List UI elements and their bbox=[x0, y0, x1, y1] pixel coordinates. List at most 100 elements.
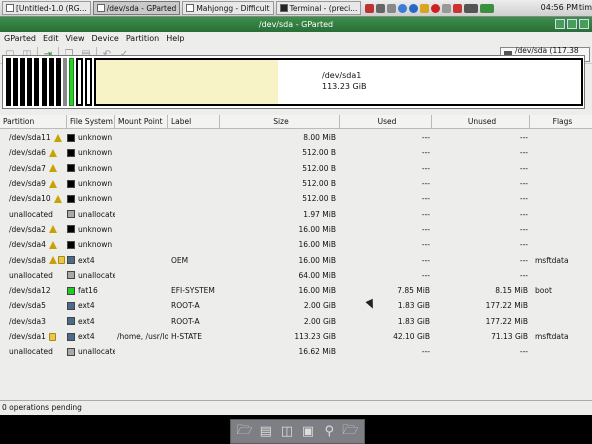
user-name[interactable]: tim bbox=[579, 3, 592, 12]
cell-filesystem: unknown bbox=[67, 164, 115, 173]
cell-partition: /dev/sda7 bbox=[0, 164, 67, 173]
menu-partition[interactable]: Partition bbox=[126, 34, 159, 43]
menu-device[interactable]: Device bbox=[91, 34, 118, 43]
tray-gear-icon[interactable] bbox=[387, 3, 397, 13]
tray-network-icon[interactable] bbox=[480, 3, 495, 13]
menu-view[interactable]: View bbox=[66, 34, 85, 43]
tray-game-icon[interactable] bbox=[453, 3, 463, 13]
table-row[interactable]: /dev/sda2 unknown 16.00 MiB --- --- bbox=[0, 222, 592, 237]
disk-segment[interactable] bbox=[69, 58, 74, 106]
table-row[interactable]: /dev/sda7 unknown 512.00 B --- --- bbox=[0, 161, 592, 176]
tray-edit-icon[interactable] bbox=[442, 3, 452, 13]
tray-help-icon[interactable] bbox=[409, 3, 419, 13]
disk-segment[interactable] bbox=[34, 58, 39, 106]
table-row[interactable]: /dev/sda12 fat16 EFI-SYSTEM 16.00 MiB 7.85 M… bbox=[0, 283, 592, 298]
cell-partition: /dev/sda4 bbox=[0, 240, 67, 249]
disk-segment[interactable] bbox=[76, 58, 83, 106]
filesystem-color-swatch bbox=[67, 240, 75, 249]
table-row[interactable]: unallocated unallocated 16.62 MiB --- --- bbox=[0, 344, 592, 359]
window-titlebar[interactable]: /dev/sda - GParted bbox=[0, 17, 592, 32]
menu-gparted[interactable]: GParted bbox=[4, 34, 36, 43]
cell-size: 2.00 GiB bbox=[303, 301, 336, 311]
cell-size: 64.00 MiB bbox=[298, 270, 336, 280]
column-partition[interactable]: Partition bbox=[0, 115, 67, 129]
column-size[interactable]: Size bbox=[220, 115, 340, 129]
cell-partition: unallocated bbox=[9, 209, 53, 219]
task-terminal[interactable]: Terminal - (preci... bbox=[275, 1, 362, 15]
menu-help[interactable]: Help bbox=[166, 34, 184, 43]
gparted-icon bbox=[96, 4, 105, 12]
drive-icon[interactable]: ▤ bbox=[257, 423, 275, 440]
window-title: /dev/sda - GParted bbox=[258, 20, 334, 29]
table-row[interactable]: /dev/sda4 unknown 16.00 MiB --- --- bbox=[0, 237, 592, 252]
cell-filesystem: ext4 bbox=[67, 317, 115, 326]
column-label[interactable]: Label bbox=[168, 115, 220, 129]
disk-segment[interactable] bbox=[56, 58, 61, 106]
table-row[interactable]: /dev/sda3 ext4 ROOT-A 2.00 GiB 1.83 GiB 177.2… bbox=[0, 314, 592, 329]
disk-segment[interactable] bbox=[6, 58, 11, 106]
cell-size: 2.00 GiB bbox=[303, 316, 336, 326]
tray-battery-icon bbox=[464, 3, 479, 13]
cell-used: 42.10 GiB bbox=[393, 332, 430, 341]
table-row[interactable]: /dev/sda6 unknown 512.00 B --- --- bbox=[0, 145, 592, 160]
cell-label: ROOT-A bbox=[171, 316, 200, 326]
folder-icon[interactable]: 🗁 bbox=[341, 423, 359, 440]
table-row[interactable]: /dev/sda9 unknown 512.00 B --- --- bbox=[0, 176, 592, 191]
clock[interactable]: 04:56 PM bbox=[541, 3, 578, 12]
column-unused[interactable]: Unused bbox=[432, 115, 530, 129]
tray-pdf-icon[interactable] bbox=[365, 3, 375, 13]
tray-web-icon[interactable] bbox=[398, 3, 408, 13]
tray-pin-icon[interactable] bbox=[431, 3, 441, 13]
disk-segment[interactable] bbox=[20, 58, 25, 106]
close-button[interactable] bbox=[579, 19, 589, 29]
column-mountpoint[interactable]: Mount Point bbox=[115, 115, 168, 129]
column-flags[interactable]: Flags bbox=[530, 115, 592, 129]
disk-segment[interactable] bbox=[49, 58, 54, 106]
warning-icon bbox=[53, 194, 62, 203]
task-untitled[interactable]: [Untitled-1.0 (RG... bbox=[2, 1, 91, 15]
lock-icon bbox=[57, 256, 65, 265]
disk-segment[interactable] bbox=[27, 58, 32, 106]
minimize-button[interactable] bbox=[555, 19, 565, 29]
column-used[interactable]: Used bbox=[340, 115, 432, 129]
disk-segment[interactable] bbox=[13, 58, 18, 106]
cell-used: 1.83 GiB bbox=[397, 301, 430, 311]
cell-label: H-STATE bbox=[171, 332, 202, 341]
cell-filesystem: unknown bbox=[67, 148, 115, 157]
warning-icon bbox=[48, 148, 57, 157]
tray-music-icon[interactable] bbox=[376, 3, 386, 13]
cell-filesystem: unallocated bbox=[67, 347, 115, 356]
search-icon[interactable]: ⚲ bbox=[320, 423, 338, 440]
task-gparted[interactable]: /dev/sda - GParted bbox=[92, 1, 181, 15]
cell-partition: /dev/sda9 bbox=[0, 179, 67, 188]
table-row[interactable]: unallocated unallocated 64.00 MiB --- --- bbox=[0, 268, 592, 283]
table-row[interactable]: /dev/sda5 ext4 ROOT-A 2.00 GiB 1.83 GiB 177.2… bbox=[0, 298, 592, 313]
column-filesystem[interactable]: File System bbox=[67, 115, 115, 129]
archive-icon[interactable]: ◫ bbox=[278, 423, 296, 440]
cell-size: 16.00 MiB bbox=[298, 240, 336, 250]
maximize-button[interactable] bbox=[567, 19, 577, 29]
partition-status bbox=[48, 164, 57, 173]
cell-unused: --- bbox=[519, 148, 528, 158]
cell-partition: unallocated bbox=[9, 270, 53, 280]
disk-segment[interactable] bbox=[42, 58, 47, 106]
table-row[interactable]: /dev/sda11 unknown 8.00 MiB --- --- bbox=[0, 130, 592, 145]
folder-icon[interactable]: 🗁 bbox=[236, 423, 254, 440]
cell-filesystem: ext4 bbox=[67, 256, 115, 265]
cell-unused: --- bbox=[519, 194, 528, 204]
table-row[interactable]: /dev/sda1ext4/home, /usr/localH-STATE 113… bbox=[0, 329, 592, 344]
table-row[interactable]: /dev/sda10 unknown 512.00 B --- --- bbox=[0, 191, 592, 206]
cell-mountpoint: /home, /usr/local bbox=[117, 332, 168, 341]
table-row[interactable]: /dev/sda8 ext4 OEM 16.00 MiB --- --- msftdata bbox=[0, 252, 592, 267]
disk-segment[interactable] bbox=[85, 58, 92, 106]
tray-key-icon[interactable] bbox=[420, 3, 430, 13]
menu-edit[interactable]: Edit bbox=[43, 34, 59, 43]
mahjongg-icon bbox=[186, 4, 195, 12]
warning-icon bbox=[48, 225, 57, 234]
table-row[interactable]: unallocated unallocated 1.97 MiB --- --- bbox=[0, 206, 592, 221]
disk-segment[interactable] bbox=[63, 58, 67, 106]
disk-segment-sda1[interactable]: /dev/sda1 113.23 GiB bbox=[94, 58, 583, 106]
screen-icon[interactable]: ▣ bbox=[299, 423, 317, 440]
cell-used: --- bbox=[421, 179, 430, 189]
task-mahjongg[interactable]: Mahjongg - Difficult bbox=[182, 1, 274, 15]
